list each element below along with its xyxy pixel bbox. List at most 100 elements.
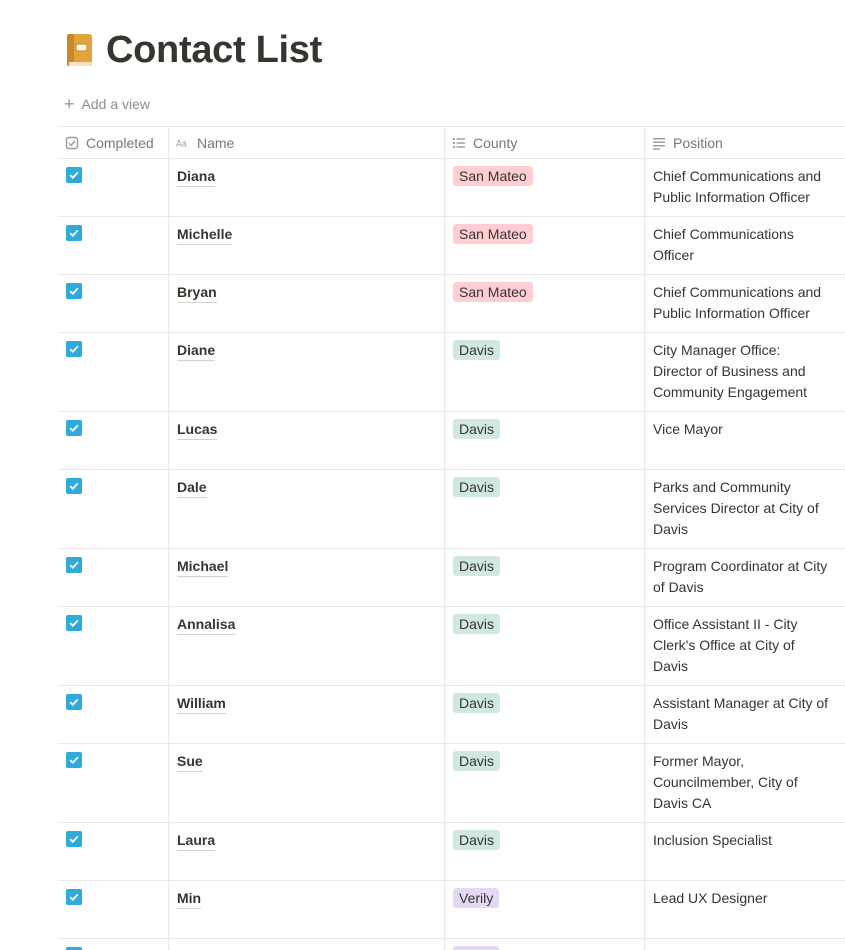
contact-name[interactable]: Dale: [177, 478, 207, 498]
table-row[interactable]: Michael Davis Program Coordinator at City o…: [58, 549, 845, 607]
name-cell[interactable]: Bryan: [169, 275, 445, 332]
contact-name[interactable]: Diana: [177, 167, 216, 187]
table-row[interactable]: Annalisa Davis Office Assistant II - City C…: [58, 607, 845, 686]
table-row[interactable]: Min Verily Lead UX Designer: [58, 881, 845, 939]
position-cell[interactable]: Lead UX Designer: [645, 881, 845, 938]
column-header-label: Name: [197, 134, 235, 151]
county-cell[interactable]: Davis: [445, 549, 645, 606]
name-cell[interactable]: Lucas: [169, 412, 445, 469]
contact-name[interactable]: Bryan: [177, 283, 217, 303]
position-cell[interactable]: Assistant Manager at City of Davis: [645, 686, 845, 743]
position-text-line: Former Mayor,: [653, 753, 745, 769]
contact-name[interactable]: Michael: [177, 557, 229, 577]
table-row[interactable]: Laura Davis Inclusion Specialist: [58, 823, 845, 881]
completed-cell: [58, 412, 169, 469]
contact-name[interactable]: Min: [177, 889, 202, 909]
add-view-label: Add a view: [81, 96, 150, 112]
name-cell[interactable]: Dale: [169, 470, 445, 548]
contact-name[interactable]: Michelle: [177, 225, 233, 245]
position-cell[interactable]: Former Mayor, Councilmember, City of Davis…: [645, 744, 845, 822]
position-text-line: Assistant Manager at City of: [653, 695, 829, 711]
name-cell[interactable]: Hailey: [169, 939, 445, 950]
name-cell[interactable]: Diana: [169, 159, 445, 216]
county-cell[interactable]: Davis: [445, 333, 645, 411]
county-cell[interactable]: Verily: [445, 881, 645, 938]
completed-checkbox[interactable]: [66, 478, 82, 494]
page-title[interactable]: Contact List: [106, 29, 322, 72]
completed-checkbox[interactable]: [66, 341, 82, 357]
completed-checkbox[interactable]: [66, 694, 82, 710]
county-tag: Davis: [453, 340, 501, 360]
county-cell[interactable]: San Mateo: [445, 275, 645, 332]
name-cell[interactable]: Michelle: [169, 217, 445, 274]
name-cell[interactable]: Min: [169, 881, 445, 938]
position-cell[interactable]: Chief Communications and Public Informati…: [645, 159, 845, 216]
completed-checkbox[interactable]: [66, 167, 82, 183]
position-cell[interactable]: Program Coordinator at City of Davis: [645, 549, 845, 606]
table-row[interactable]: Bryan San Mateo Chief Communications and Pu…: [58, 275, 845, 333]
check-icon: [69, 561, 79, 569]
row-spacer: [653, 909, 837, 930]
county-cell[interactable]: Davis: [445, 686, 645, 743]
add-view-button[interactable]: + Add a view: [64, 94, 150, 114]
county-tag: Davis: [453, 751, 501, 771]
position-cell[interactable]: Parks and Community Services Director at …: [645, 470, 845, 548]
position-text-line: Office Assistant II - City: [653, 616, 798, 632]
name-cell[interactable]: William: [169, 686, 445, 743]
column-header-completed[interactable]: Completed: [58, 127, 169, 158]
position-cell[interactable]: Office Assistant II - City Clerk's Office…: [645, 607, 845, 685]
position-cell[interactable]: Chief Communications Officer: [645, 217, 845, 274]
county-cell[interactable]: Verily: [445, 939, 645, 950]
column-header-position[interactable]: Position: [645, 127, 845, 158]
county-cell[interactable]: San Mateo: [445, 217, 645, 274]
county-cell[interactable]: Davis: [445, 744, 645, 822]
position-text-line: Community Engagement: [653, 384, 808, 400]
name-cell[interactable]: Michael: [169, 549, 445, 606]
position-cell[interactable]: Vice Mayor: [645, 412, 845, 469]
table-row[interactable]: William Davis Assistant Manager at City of…: [58, 686, 845, 744]
table-row[interactable]: Michelle San Mateo Chief Communications Off…: [58, 217, 845, 275]
completed-checkbox[interactable]: [66, 752, 82, 768]
table-row[interactable]: Lucas Davis Vice Mayor: [58, 412, 845, 470]
county-cell[interactable]: Davis: [445, 607, 645, 685]
completed-cell: [58, 275, 169, 332]
column-header-county[interactable]: County: [445, 127, 645, 158]
contact-name[interactable]: Lucas: [177, 420, 218, 440]
completed-checkbox[interactable]: [66, 615, 82, 631]
table-row[interactable]: Hailey Verily Market Innovation Lead: [58, 939, 845, 950]
table-row[interactable]: Diane Davis City Manager Office: Director o…: [58, 333, 845, 412]
completed-checkbox[interactable]: [66, 283, 82, 299]
county-cell[interactable]: San Mateo: [445, 159, 645, 216]
contact-name[interactable]: Diane: [177, 341, 216, 361]
completed-checkbox[interactable]: [66, 420, 82, 436]
check-icon: [69, 482, 79, 490]
contact-name[interactable]: William: [177, 694, 226, 714]
table-row[interactable]: Dale Davis Parks and Community Services Dir…: [58, 470, 845, 549]
check-icon: [69, 619, 79, 627]
county-cell[interactable]: Davis: [445, 470, 645, 548]
name-cell[interactable]: Laura: [169, 823, 445, 880]
position-text-line: Davis: [653, 521, 689, 537]
position-cell[interactable]: Chief Communications and Public Informati…: [645, 275, 845, 332]
column-header-name[interactable]: Aa Name: [169, 127, 445, 158]
completed-checkbox[interactable]: [66, 831, 82, 847]
completed-checkbox[interactable]: [66, 225, 82, 241]
position-cell[interactable]: Inclusion Specialist: [645, 823, 845, 880]
contact-name[interactable]: Annalisa: [177, 615, 236, 635]
lines-property-icon: [652, 136, 666, 150]
notebook-icon[interactable]: [64, 32, 94, 68]
completed-checkbox[interactable]: [66, 557, 82, 573]
position-text-line: Chief Communications: [653, 226, 794, 242]
county-cell[interactable]: Davis: [445, 412, 645, 469]
name-cell[interactable]: Diane: [169, 333, 445, 411]
contact-name[interactable]: Sue: [177, 752, 203, 772]
name-cell[interactable]: Annalisa: [169, 607, 445, 685]
position-cell[interactable]: Market Innovation Lead: [645, 939, 845, 950]
completed-checkbox[interactable]: [66, 889, 82, 905]
name-cell[interactable]: Sue: [169, 744, 445, 822]
table-row[interactable]: Sue Davis Former Mayor, Councilmember, City…: [58, 744, 845, 823]
contact-name[interactable]: Laura: [177, 831, 216, 851]
table-row[interactable]: Diana San Mateo Chief Communications and Pu…: [58, 159, 845, 217]
county-cell[interactable]: Davis: [445, 823, 645, 880]
position-cell[interactable]: City Manager Office: Director of Business…: [645, 333, 845, 411]
